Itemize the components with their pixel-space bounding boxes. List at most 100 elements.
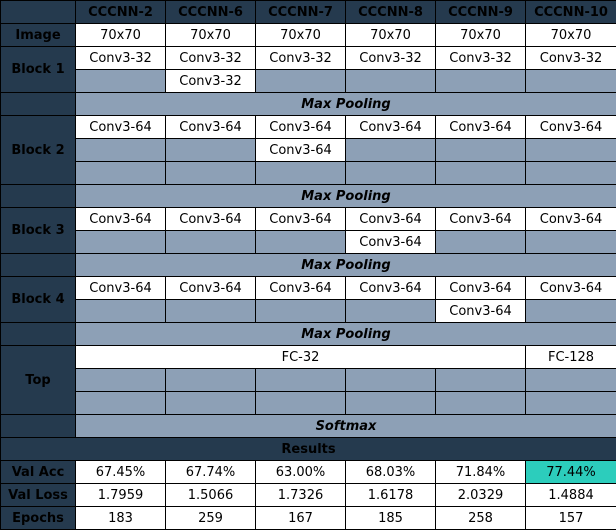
- row-label-block2: Block 2: [0, 115, 76, 185]
- layer-cell: Conv3-64: [255, 276, 346, 300]
- empty-cell: [435, 161, 526, 185]
- empty-cell: [525, 391, 616, 415]
- val-acc-cell: 68.03%: [345, 460, 436, 484]
- row-label-empty: [0, 253, 76, 277]
- layer-cell: Conv3-64: [75, 207, 166, 231]
- epochs-cell: 167: [255, 506, 346, 530]
- val-acc-cell: 71.84%: [435, 460, 526, 484]
- image-size-cell: 70x70: [525, 23, 616, 47]
- layer-cell: Conv3-32: [165, 69, 256, 93]
- image-size-cell: 70x70: [75, 23, 166, 47]
- layer-cell: Conv3-64: [345, 115, 436, 139]
- empty-cell: [255, 230, 346, 254]
- empty-cell: [435, 391, 526, 415]
- row-label-epochs: Epochs: [0, 506, 76, 530]
- val-loss-cell: 1.6178: [345, 483, 436, 507]
- empty-cell: [345, 299, 436, 323]
- val-acc-cell: 67.74%: [165, 460, 256, 484]
- image-row: Image 70x70 70x70 70x70 70x70 70x70 70x7…: [0, 23, 616, 47]
- val-acc-cell: 67.45%: [75, 460, 166, 484]
- empty-cell: [165, 230, 256, 254]
- layer-cell: Conv3-64: [75, 115, 166, 139]
- empty-cell: [435, 368, 526, 392]
- epochs-cell: 259: [165, 506, 256, 530]
- layer-cell: Conv3-64: [435, 276, 526, 300]
- architecture-table: CCCNN-2 CCCNN-6 CCCNN-7 CCCNN-8 CCCNN-9 …: [0, 0, 616, 530]
- top-row-2: [1, 368, 616, 392]
- model-header: CCCNN-6: [165, 0, 256, 24]
- layer-cell: Conv3-32: [75, 46, 166, 70]
- empty-cell: [75, 230, 166, 254]
- row-label-empty: [0, 184, 76, 208]
- val-loss-row: Val Loss 1.7959 1.5066 1.7326 1.6178 2.0…: [0, 483, 616, 507]
- block2-row-1: Block 2 Conv3-64 Conv3-64 Conv3-64 Conv3…: [0, 115, 616, 185]
- empty-cell: [75, 299, 166, 323]
- header-row: CCCNN-2 CCCNN-6 CCCNN-7 CCCNN-8 CCCNN-9 …: [0, 0, 616, 24]
- model-header: CCCNN-2: [75, 0, 166, 24]
- block4-row-1: Block 4 Conv3-64 Conv3-64 Conv3-64 Conv3…: [0, 276, 616, 323]
- empty-cell: [255, 391, 346, 415]
- layer-cell: Conv3-64: [165, 276, 256, 300]
- max-pooling-row: Max Pooling: [75, 184, 616, 208]
- empty-cell: [435, 69, 526, 93]
- epochs-cell: 157: [525, 506, 616, 530]
- layer-cell: Conv3-64: [345, 207, 436, 231]
- empty-cell: [345, 138, 436, 162]
- row-label-block3: Block 3: [0, 207, 76, 254]
- row-label-empty: [0, 92, 76, 116]
- fc32-cell: FC-32: [75, 345, 526, 369]
- layer-cell: Conv3-64: [435, 207, 526, 231]
- layer-cell: Conv3-64: [165, 115, 256, 139]
- block3-row-2: Conv3-64: [1, 230, 616, 254]
- block2-row-2: Conv3-64: [1, 138, 616, 162]
- empty-cell: [165, 138, 256, 162]
- row-label-empty: [0, 414, 76, 438]
- pool-row-4: Max Pooling: [0, 322, 616, 346]
- model-header: CCCNN-8: [345, 0, 436, 24]
- row-label-val-loss: Val Loss: [0, 483, 76, 507]
- layer-cell: Conv3-64: [255, 207, 346, 231]
- block1-row-1: Block 1 Conv3-32 Conv3-32 Conv3-32 Conv3…: [0, 46, 616, 93]
- epochs-row: Epochs 183 259 167 185 258 157: [0, 506, 616, 530]
- empty-cell: [435, 138, 526, 162]
- max-pooling-row: Max Pooling: [75, 322, 616, 346]
- empty-cell: [165, 299, 256, 323]
- image-size-cell: 70x70: [435, 23, 526, 47]
- pool-row-1: Max Pooling: [0, 92, 616, 116]
- layer-cell: Conv3-32: [165, 46, 256, 70]
- block4-row-2: Conv3-64: [1, 299, 616, 323]
- val-loss-cell: 1.7326: [255, 483, 346, 507]
- best-val-acc-cell: 77.44%: [525, 460, 616, 484]
- epochs-cell: 185: [345, 506, 436, 530]
- row-label-image: Image: [0, 23, 76, 47]
- epochs-cell: 183: [75, 506, 166, 530]
- layer-cell: Conv3-64: [525, 276, 616, 300]
- empty-cell: [345, 391, 436, 415]
- empty-cell: [165, 368, 256, 392]
- block3-row-1: Block 3 Conv3-64 Conv3-64 Conv3-64 Conv3…: [0, 207, 616, 254]
- empty-cell: [525, 138, 616, 162]
- layer-cell: Conv3-32: [255, 46, 346, 70]
- layer-cell: Conv3-64: [165, 207, 256, 231]
- row-label-val-acc: Val Acc: [0, 460, 76, 484]
- empty-cell: [345, 69, 436, 93]
- softmax-row: Softmax: [0, 414, 616, 438]
- empty-cell: [255, 299, 346, 323]
- row-label-empty: [0, 322, 76, 346]
- row-label-block1: Block 1: [0, 46, 76, 93]
- max-pooling-row: Max Pooling: [75, 92, 616, 116]
- model-header: CCCNN-7: [255, 0, 346, 24]
- layer-cell: Conv3-32: [345, 46, 436, 70]
- empty-cell: [255, 161, 346, 185]
- results-title: Results: [0, 437, 616, 461]
- block2-row-3: [1, 161, 616, 185]
- layer-cell: Conv3-32: [525, 46, 616, 70]
- empty-cell: [345, 368, 436, 392]
- val-acc-row: Val Acc 67.45% 67.74% 63.00% 68.03% 71.8…: [0, 460, 616, 484]
- empty-cell: [345, 161, 436, 185]
- epochs-cell: 258: [435, 506, 526, 530]
- pool-row-2: Max Pooling: [0, 184, 616, 208]
- fc128-cell: FC-128: [525, 345, 616, 369]
- layer-cell: Conv3-64: [435, 299, 526, 323]
- layer-cell: Conv3-64: [255, 138, 346, 162]
